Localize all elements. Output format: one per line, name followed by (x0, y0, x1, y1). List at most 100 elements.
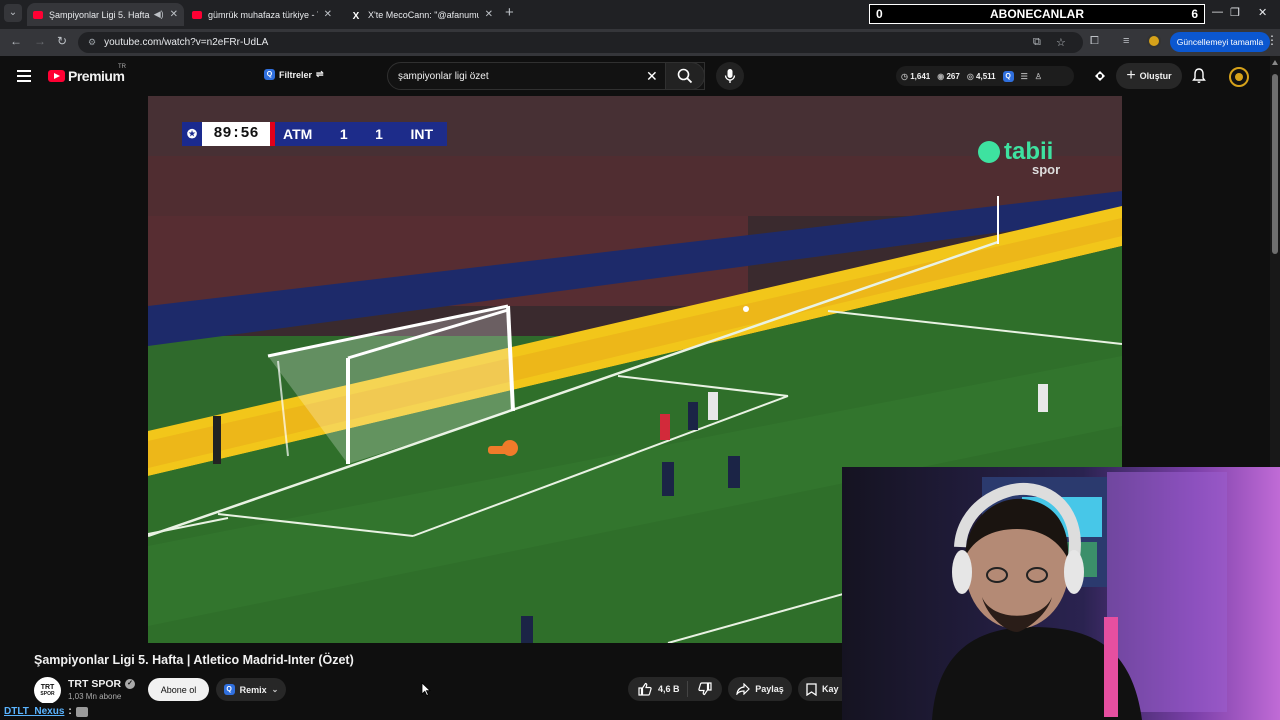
extension-q-icon: Q (264, 69, 275, 80)
share-label: Paylaş (755, 684, 784, 694)
site-info-icon[interactable]: ⚙ (88, 37, 96, 48)
counter-right-value: 6 (1191, 7, 1198, 21)
bookmark-star-icon[interactable]: ☆ (1056, 36, 1066, 49)
close-icon[interactable]: ✕ (170, 9, 178, 20)
thumbs-up-icon (638, 682, 652, 696)
subscriber-counter-overlay: 0 ABONECANLAR 6 (869, 4, 1205, 24)
plus-icon: + (1126, 67, 1136, 84)
away-team: INT (410, 126, 433, 142)
browser-menu-icon[interactable]: ⋮ (1266, 33, 1278, 47)
browser-tab[interactable]: X X'te MecoCann: "@afanumur si ✕ (344, 3, 499, 26)
home-score: 1 (339, 126, 348, 142)
match-clock: 89:56 (202, 122, 270, 146)
share-arrow-icon (736, 683, 751, 695)
score-line: ATM 1 1 INT (275, 122, 447, 146)
reload-icon[interactable]: ↻ (57, 34, 67, 48)
verified-check-icon: ✓ (125, 679, 136, 689)
like-button[interactable]: 4,6 B (628, 681, 688, 697)
match-scorebug: ✪ 89:56 ATM 1 1 INT (182, 122, 447, 146)
extension-q-icon: Q (223, 684, 235, 695)
home-team: ATM (283, 126, 313, 142)
search-icon (677, 68, 693, 84)
filters-label: Filtreler (279, 69, 313, 80)
streamer-webcam (842, 467, 1280, 720)
tabii-flower-icon (978, 141, 1000, 163)
stat-views: ◷ 1,641 (901, 71, 931, 81)
chat-separator: : (68, 706, 72, 717)
browser-tab[interactable]: gümrük muhafaza türkiye - You ✕ (186, 3, 338, 26)
like-dislike-group: 4,6 B (628, 677, 722, 701)
reading-list-icon[interactable]: ≡ (1123, 35, 1129, 47)
stat-other: ◎ 4,511 (966, 71, 996, 81)
browser-tab-strip: ⌄ Şampiyonlar Ligi 5. Hafta | A ◀) ✕ güm… (0, 0, 1280, 29)
filters-button[interactable]: Q Filtreler ⇌ (264, 69, 324, 80)
extension-stats-bar[interactable]: ◷ 1,641 ◉ 267 ◎ 4,511 Q ☰ ♙ (896, 66, 1074, 86)
share-button[interactable]: Paylaş (728, 677, 792, 701)
url-text: youtube.com/watch?v=n2eFRr-UdLA (104, 37, 269, 48)
browser-tab-active[interactable]: Şampiyonlar Ligi 5. Hafta | A ◀) ✕ (27, 3, 184, 26)
video-title: Şampiyonlar Ligi 5. Hafta | Atletico Mad… (34, 653, 354, 667)
clear-search-icon[interactable]: ✕ (646, 68, 658, 85)
scroll-up-arrow-icon[interactable] (1272, 60, 1278, 65)
stat-eye: ◉ 267 (937, 71, 960, 81)
minimize-icon[interactable]: — (1212, 6, 1223, 18)
create-label: Oluştur (1139, 71, 1172, 81)
close-icon[interactable]: ✕ (485, 9, 493, 20)
save-button[interactable]: Kay (798, 677, 842, 701)
tab-title: Şampiyonlar Ligi 5. Hafta | A (49, 9, 150, 20)
channel-name-link[interactable]: TRT SPOR ✓ (68, 678, 136, 690)
remix-button[interactable]: Q Remix ⌄ (216, 678, 286, 701)
search-input[interactable] (398, 70, 638, 82)
account-avatar[interactable] (1229, 67, 1249, 87)
create-button[interactable]: + Oluştur (1116, 63, 1182, 89)
new-tab-button[interactable]: + (505, 4, 514, 22)
eye-icon: ◉ (937, 71, 945, 81)
bookmark-icon (806, 682, 817, 696)
back-arrow-icon[interactable]: ← (10, 34, 22, 48)
channel-logo-line2: SPOR (40, 690, 55, 697)
youtube-logo[interactable]: Premium TR (48, 64, 126, 84)
premium-badge-icon[interactable] (1093, 69, 1107, 88)
install-icon[interactable]: ⧉ (1033, 36, 1041, 49)
browser-profile-avatar[interactable] (1147, 34, 1161, 48)
broadcaster-sub: spor (1032, 162, 1061, 177)
microphone-icon (724, 69, 736, 83)
webcam-scene-illustration (842, 467, 1280, 720)
tab-search-button[interactable]: ⌄ (4, 4, 22, 22)
logo-region: TR (118, 64, 126, 70)
clock-icon: ◷ (901, 71, 908, 81)
save-label: Kay (822, 684, 839, 694)
logo-text: Premium (68, 68, 125, 84)
close-icon[interactable]: ✕ (324, 9, 332, 20)
away-score: 1 (375, 126, 383, 142)
channel-avatar[interactable]: TRT SPOR (34, 677, 61, 704)
award-icon[interactable]: ♙ (1035, 72, 1042, 81)
extension-q-icon[interactable]: Q (1002, 70, 1014, 82)
dislike-button[interactable] (688, 682, 722, 696)
hamburger-menu-icon[interactable] (17, 70, 31, 85)
window-close-icon[interactable]: ✕ (1258, 6, 1267, 19)
mouse-pointer-icon (421, 682, 431, 696)
scrollbar-thumb[interactable] (1272, 74, 1278, 254)
speaker-icon[interactable]: ◀) (154, 9, 164, 20)
ring-icon: ◎ (966, 71, 974, 81)
extensions-icon[interactable]: ⧠ (1090, 35, 1099, 48)
notifications-bell-icon[interactable] (1192, 68, 1206, 89)
forward-arrow-icon[interactable]: → (34, 34, 46, 48)
update-button[interactable]: Güncellemeyi tamamla (1170, 32, 1270, 52)
like-count: 4,6 B (658, 684, 680, 694)
sliders-icon: ⇌ (316, 69, 324, 79)
counter-label: ABONECANLAR (990, 7, 1084, 21)
address-bar[interactable]: ⚙ youtube.com/watch?v=n2eFRr-UdLA ⧉ ☆ (78, 32, 1083, 53)
x-favicon-icon: X (352, 10, 360, 22)
counter-left-value: 0 (876, 7, 883, 21)
subscribe-button[interactable]: Abone ol (148, 678, 209, 701)
voice-search-button[interactable] (716, 62, 744, 90)
search-button[interactable] (665, 62, 705, 90)
list-icon[interactable]: ☰ (1021, 72, 1028, 81)
tab-title: gümrük muhafaza türkiye - You (208, 9, 318, 20)
restore-icon[interactable]: ❐ (1230, 6, 1240, 19)
subscriber-count: 1,03 Mn abone (68, 692, 122, 701)
browser-toolbar: ← → ↻ ⚙ youtube.com/watch?v=n2eFRr-UdLA … (0, 29, 1280, 56)
tab-title: X'te MecoCann: "@afanumur si (368, 9, 479, 20)
